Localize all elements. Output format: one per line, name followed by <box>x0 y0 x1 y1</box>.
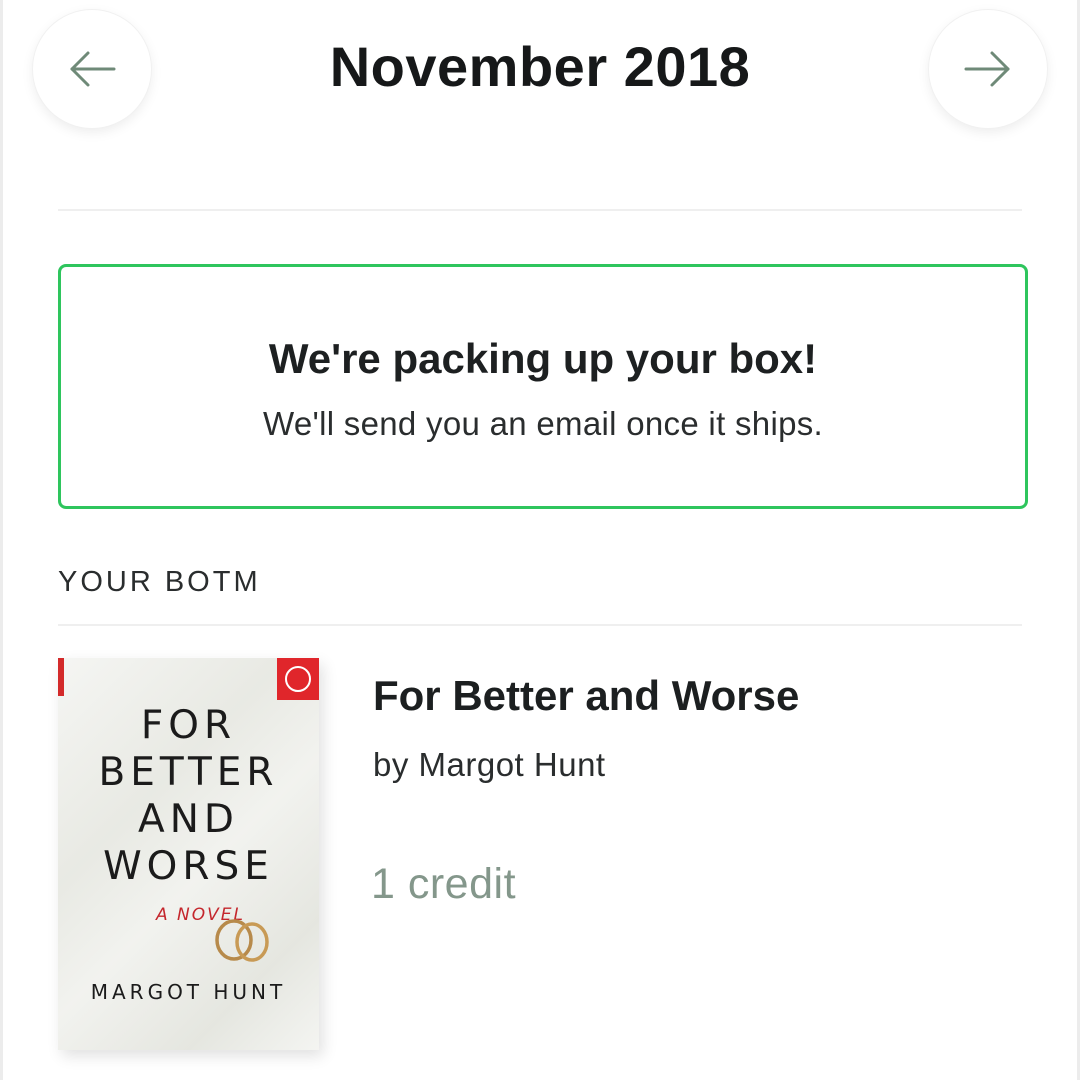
page: November 2018 We're packing up your box!… <box>0 0 1080 1080</box>
arrow-right-icon <box>964 51 1010 87</box>
book-author: by Margot Hunt <box>373 746 606 783</box>
status-subtitle: We'll send you an email once it ships. <box>262 405 824 442</box>
cover-title-line: AND <box>138 797 239 842</box>
cover-title-line: FOR <box>140 703 237 748</box>
book-credit: 1 credit <box>371 860 517 908</box>
next-month-button[interactable] <box>929 10 1047 128</box>
cover-author: MARGOT HUNT <box>90 980 287 1004</box>
book-cover[interactable]: FOR BETTER AND WORSE A NOVEL MARGOT HUNT <box>58 658 319 1050</box>
book-title[interactable]: For Better and Worse <box>373 672 799 720</box>
shipping-status-card: We're packing up your box! We'll send yo… <box>58 264 1028 509</box>
cover-title: FOR BETTER AND WORSE <box>58 702 319 890</box>
cover-title-line: BETTER <box>98 750 279 795</box>
botm-logo-icon <box>277 658 319 700</box>
header-divider <box>58 209 1022 211</box>
cover-spine-mark <box>58 658 64 696</box>
cover-title-line: WORSE <box>103 844 274 889</box>
status-title: We're packing up your box! <box>268 335 818 382</box>
wedding-rings-icon <box>215 919 269 962</box>
section-divider <box>58 624 1022 626</box>
section-label: YOUR BOTM <box>58 566 261 598</box>
month-title: November 2018 <box>329 35 751 98</box>
